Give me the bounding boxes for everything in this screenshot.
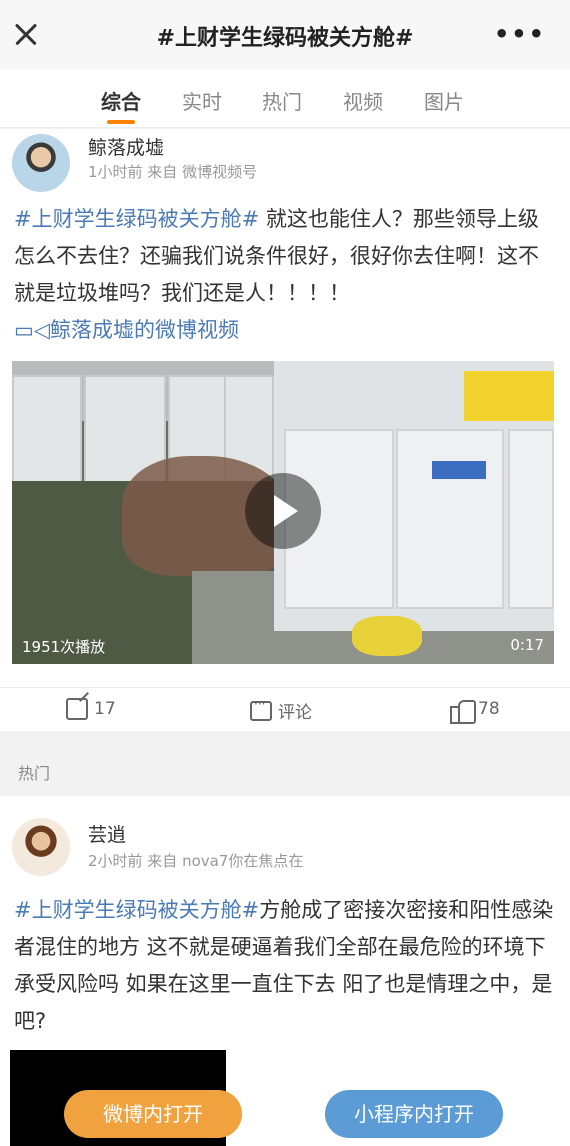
video-scene <box>352 616 422 656</box>
like-button[interactable]: 78 <box>450 698 500 724</box>
thumbs-up-icon <box>450 698 476 724</box>
avatar[interactable] <box>12 134 70 192</box>
tab-comprehensive[interactable]: 综合 <box>101 86 141 124</box>
share-button[interactable]: 17 <box>66 698 116 720</box>
like-count: 78 <box>478 699 500 719</box>
share-count: 17 <box>94 699 116 719</box>
post-meta: 2小时前 来自 nova7你在焦点在 <box>88 852 304 870</box>
tab-images[interactable]: 图片 <box>424 86 464 115</box>
video-link[interactable]: 鲸落成墟的微博视频 <box>50 318 239 342</box>
video-scene <box>396 429 504 609</box>
tab-video[interactable]: 视频 <box>343 86 383 115</box>
video-link-icon[interactable]: ▭◁ <box>14 318 50 342</box>
action-bar: 17 评论 78 <box>0 687 570 731</box>
post-text: #上财学生绿码被关方舱#方舱成了密接次密接和阳性感染者混住的地方 这不就是硬逼着… <box>14 892 556 1040</box>
share-icon <box>66 698 88 720</box>
comment-icon <box>250 697 272 721</box>
video-scene <box>432 461 486 479</box>
tab-bar: 综合 实时 热门 视频 图片 <box>0 70 570 128</box>
comment-label: 评论 <box>278 703 312 723</box>
video-duration: 0:17 <box>510 636 544 654</box>
video-scene <box>508 429 554 609</box>
post-text: #上财学生绿码被关方舱# 就这也能住人？那些领导上级怎么不去住？还骗我们说条件很… <box>14 201 556 349</box>
top-bar: #上财学生绿码被关方舱# ••• <box>0 0 570 70</box>
more-options-icon[interactable]: ••• <box>494 20 546 48</box>
post-card: 鲸落成墟 1小时前 来自 微博视频号 #上财学生绿码被关方舱# 就这也能住人？那… <box>0 129 570 731</box>
topic-link[interactable]: #上财学生绿码被关方舱# <box>14 898 259 922</box>
play-count: 1951次播放 <box>22 638 106 656</box>
video-scene <box>464 371 554 421</box>
open-in-mini-program-button[interactable]: 小程序内打开 <box>325 1090 503 1138</box>
open-in-weibo-button[interactable]: 微博内打开 <box>64 1090 242 1138</box>
topic-link[interactable]: #上财学生绿码被关方舱# <box>14 207 259 231</box>
play-icon[interactable] <box>245 473 321 549</box>
tab-hot[interactable]: 热门 <box>262 86 302 115</box>
username[interactable]: 芸逍 <box>88 820 126 847</box>
post-meta: 1小时前 来自 微博视频号 <box>88 163 258 181</box>
comment-button[interactable]: 评论 <box>250 697 312 723</box>
section-label: 热门 <box>18 764 51 783</box>
video-scene <box>12 375 82 485</box>
video-player[interactable]: 1951次播放 0:17 <box>12 361 554 664</box>
tab-realtime[interactable]: 实时 <box>182 86 222 115</box>
avatar[interactable] <box>12 818 70 876</box>
username[interactable]: 鲸落成墟 <box>88 133 164 160</box>
page-title: #上财学生绿码被关方舱# <box>156 26 414 51</box>
